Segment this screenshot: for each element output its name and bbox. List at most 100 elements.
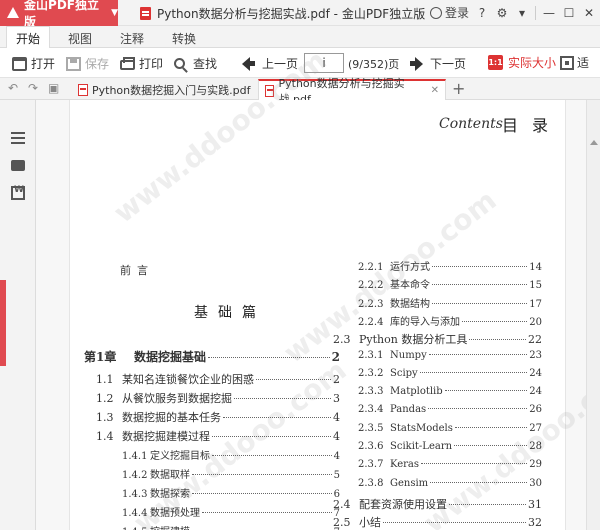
toc-page-number: 31 xyxy=(528,497,542,511)
toc-leader xyxy=(223,417,331,418)
toc-number: 2.3.7 xyxy=(358,459,384,471)
app-brand-menu[interactable]: 金山PDF独立版 ▼ xyxy=(0,0,118,29)
new-tab-icon[interactable]: + xyxy=(452,79,465,98)
tab-view[interactable]: 视图 xyxy=(68,30,92,47)
toc-entry[interactable]: 1.4.4 数据预处理 7 xyxy=(122,504,340,519)
toc-page-number: 2 xyxy=(331,350,340,364)
next-page-button[interactable]: 下一页 xyxy=(410,55,466,72)
contents-heading-script: Contents xyxy=(439,116,503,132)
comment-icon[interactable] xyxy=(11,160,25,171)
toc-title: 数据探索 xyxy=(150,489,190,500)
login-button[interactable]: 登录 xyxy=(429,4,469,21)
undo-icon[interactable]: ↶ xyxy=(8,81,18,95)
toc-entry[interactable]: 2.3.3 Matplotlib 24 xyxy=(358,386,542,397)
toc-title: 挖掘建模 xyxy=(150,523,190,530)
toc-entry[interactable]: 1.4.3 数据探索 6 xyxy=(122,485,340,500)
actual-size-button[interactable]: 1:1 实际大小 xyxy=(488,54,556,71)
toc-entry[interactable]: 1.4 数据挖掘建模过程 4 xyxy=(96,428,340,444)
toc-number: 2.3 xyxy=(333,333,351,347)
help-icon[interactable]: ? xyxy=(475,6,489,20)
toc-leader xyxy=(430,481,528,483)
toc-entry[interactable]: 第1章 数据挖掘基础 2 xyxy=(84,348,340,365)
fit-button[interactable]: 适 xyxy=(560,54,589,71)
toc-entry[interactable]: 2.3 Python 数据分析工具 22 xyxy=(333,331,542,347)
toc-number: 2.2.2 xyxy=(358,280,384,292)
toc-title: 配套资源使用设置 xyxy=(359,497,447,511)
toc-title: 从餐饮服务到数据挖掘 xyxy=(122,392,232,405)
toc-leader xyxy=(212,455,332,456)
toc-entry[interactable]: 2.5 小结 32 xyxy=(333,514,542,530)
close-tab-icon[interactable]: ✕ xyxy=(431,85,439,96)
toc-title: Scipy xyxy=(390,367,418,379)
doc-tab-inactive[interactable]: Python数据挖掘入门与实践.pdf xyxy=(72,79,258,100)
toc-number: 2.2.3 xyxy=(358,298,384,310)
toc-title: 数据结构 xyxy=(390,298,430,310)
maximize-icon[interactable]: ☐ xyxy=(562,6,576,20)
toc-leader xyxy=(432,266,528,267)
toc-leader xyxy=(428,353,528,355)
print-button[interactable]: 打印 xyxy=(120,55,163,72)
toc-entry[interactable]: 2.2.2 基本命令 15 xyxy=(358,276,542,291)
toc-title: 数据预处理 xyxy=(150,508,200,519)
toc-entry[interactable]: 1.4.2 数据取样 5 xyxy=(122,466,340,481)
toc-entry[interactable]: 1.4.5挖掘建模7 xyxy=(122,523,340,530)
scroll-up-icon[interactable] xyxy=(590,140,598,145)
toc-entry[interactable]: 1.2 从餐饮服务到数据挖掘 3 xyxy=(96,390,340,406)
toc-title: 库的导入与添加 xyxy=(390,316,460,328)
redo-icon[interactable]: ↷ xyxy=(28,81,38,95)
toc-title: 某知名连锁餐饮企业的困惑 xyxy=(122,373,254,386)
toc-title: Gensim xyxy=(390,477,429,489)
toc-leader xyxy=(449,503,526,505)
vertical-scrollbar[interactable] xyxy=(586,100,600,530)
menu-dropdown-icon[interactable]: ▾ xyxy=(515,6,529,20)
toc-entry[interactable]: 1.1 某知名连锁餐饮企业的困惑 2 xyxy=(96,371,340,387)
actual-size-icon: 1:1 xyxy=(488,55,503,70)
toc-number: 1.1 xyxy=(96,373,114,386)
find-button[interactable]: 查找 xyxy=(174,55,217,72)
toc-leader xyxy=(192,474,332,475)
outline-icon[interactable] xyxy=(11,132,25,146)
toc-leader xyxy=(454,445,528,446)
toc-leader xyxy=(383,522,526,524)
gear-icon[interactable]: ⚙ xyxy=(495,6,509,20)
toc-number: 2.3.4 xyxy=(358,404,384,416)
open-button[interactable]: 打开 xyxy=(12,55,55,72)
sidebar-toggle-handle[interactable] xyxy=(0,280,6,366)
toc-page-number: 27 xyxy=(529,422,542,434)
toc-entry[interactable]: 2.2.1 运行方式 14 xyxy=(358,258,542,273)
toc-entry[interactable]: 2.3.2 Scipy 24 xyxy=(358,368,542,379)
toc-leader xyxy=(462,320,528,322)
toc-entry[interactable]: 1.3 数据挖掘的基本任务 4 xyxy=(96,409,340,425)
toc-entry[interactable]: 2.2.4 库的导入与添加 20 xyxy=(358,313,542,328)
toc-page-number: 17 xyxy=(529,298,542,310)
toc-entry[interactable]: 2.2.3 数据结构 17 xyxy=(358,295,542,310)
toc-entry[interactable]: 1.4.1 定义挖掘目标 4 xyxy=(122,447,340,462)
doc-tab-label: Python数据挖掘入门与实践.pdf xyxy=(92,83,251,97)
toc-entry[interactable]: 2.3.8 Gensim 30 xyxy=(358,478,542,489)
toc-leader xyxy=(234,398,331,399)
title-bar: 金山PDF独立版 ▼ Python数据分析与挖掘实战.pdf - 金山PDF独立… xyxy=(0,0,600,29)
toc-title: 运行方式 xyxy=(390,262,430,273)
to-word-icon[interactable] xyxy=(11,185,25,200)
toc-entry[interactable]: 2.3.4 Pandas 26 xyxy=(358,404,542,415)
pdf-file-icon xyxy=(78,83,88,96)
toc-number: 2.2.4 xyxy=(358,316,384,328)
toc-title: 小结 xyxy=(359,516,381,530)
save-small-icon[interactable]: ▣ xyxy=(48,81,59,95)
minimize-icon[interactable]: — xyxy=(542,6,556,20)
toc-entry[interactable]: 2.3.7 Keras 29 xyxy=(358,459,542,470)
save-button[interactable]: 保存 xyxy=(66,55,109,72)
toc-entry[interactable]: 2.3.5 StatsModels 27 xyxy=(358,423,542,434)
toc-entry[interactable]: 2.3.1 Numpy 23 xyxy=(358,350,542,361)
toc-leader xyxy=(469,339,526,341)
toc-entry[interactable]: 2.4 配套资源使用设置 31 xyxy=(333,496,542,512)
toc-page-number: 4 xyxy=(333,411,340,424)
toc-entry[interactable]: 2.3.6 Scikit-Learn 28 xyxy=(358,441,542,452)
tab-convert[interactable]: 转换 xyxy=(172,30,196,47)
tab-annotate[interactable]: 注释 xyxy=(120,30,144,47)
search-icon xyxy=(174,58,185,69)
tab-start[interactable]: 开始 xyxy=(6,26,51,49)
toc-number: 第1章 xyxy=(84,350,117,364)
close-icon[interactable]: ✕ xyxy=(582,6,596,20)
toc-page-number: 32 xyxy=(528,516,542,530)
